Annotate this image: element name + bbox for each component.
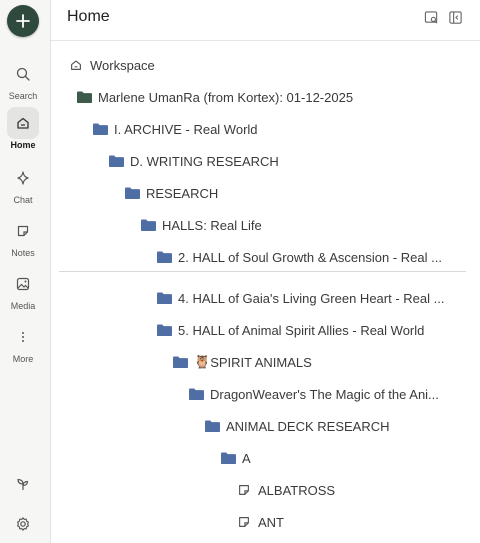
folder-icon — [187, 385, 205, 403]
tree-folder-item[interactable]: HALLS: Real Life — [139, 213, 262, 237]
nav-media-label: Media — [10, 301, 36, 311]
tree-item-label: ANT — [258, 514, 284, 530]
note-icon — [17, 225, 29, 237]
tree-folder-item[interactable]: I. ARCHIVE - Real World — [91, 117, 258, 141]
tree-folder-item[interactable]: ANIMAL DECK RESEARCH — [203, 414, 390, 438]
folder-icon — [203, 417, 221, 435]
tree-item-label: I. ARCHIVE - Real World — [114, 121, 258, 137]
tree-item-label: ANIMAL DECK RESEARCH — [226, 418, 390, 434]
tree-item-label: Marlene UmanRa (from Kortex): 01-12-2025 — [98, 89, 354, 105]
tree-divider — [59, 271, 466, 272]
folder-icon — [139, 216, 157, 234]
tree-item-label: A — [242, 450, 251, 466]
folder-icon — [155, 321, 173, 339]
panel-header: Home — [51, 0, 480, 41]
tree-item-label: 2. HALL of Soul Growth & Ascension - Rea… — [178, 249, 442, 265]
nav-notes[interactable]: Notes — [0, 215, 46, 258]
tree-item-label: D. WRITING RESEARCH — [130, 153, 279, 169]
workspace-row[interactable]: Workspace — [67, 53, 155, 77]
tree-item-label: RESEARCH — [146, 185, 219, 201]
tree-folder-item[interactable]: Marlene UmanRa (from Kortex): 01-12-2025 — [75, 85, 353, 109]
tree-folder-item[interactable]: 🦉 SPIRIT ANIMALS — [171, 350, 312, 374]
nav-more-label: More — [12, 354, 34, 364]
plus-icon — [16, 14, 30, 28]
sprout-icon — [17, 478, 29, 490]
search-pages-button[interactable] — [422, 8, 440, 26]
folder-icon — [155, 289, 173, 307]
owl-emoji-icon: 🦉 — [194, 354, 211, 369]
gear-icon — [17, 517, 29, 531]
folder-dark-icon — [75, 88, 93, 106]
tree-item-label: HALLS: Real Life — [162, 217, 262, 233]
folder-icon — [171, 353, 189, 371]
new-button[interactable] — [7, 5, 39, 37]
tree-folder-item[interactable]: RESEARCH — [123, 181, 218, 205]
tree-item-label: 5. HALL of Animal Spirit Allies - Real W… — [178, 322, 425, 338]
tree-item-label: ALBATROSS — [258, 482, 336, 498]
tree-item-label: 4. HALL of Gaia's Living Green Heart - R… — [178, 290, 445, 306]
nav-home-label: Home — [10, 140, 36, 150]
folder-icon — [155, 248, 173, 266]
workspace-label: Workspace — [90, 57, 155, 73]
nav-chat-label: Chat — [13, 195, 33, 205]
home-panel: Home Workspace Marlene UmanRa (from Kort… — [51, 0, 480, 543]
collapse-sidebar-button[interactable] — [446, 8, 464, 26]
tree-folder-item[interactable]: D. WRITING RESEARCH — [107, 149, 279, 173]
nav-more[interactable]: More — [0, 321, 46, 364]
nav-search-label: Search — [8, 91, 38, 101]
tree-folder-item[interactable]: 5. HALL of Animal Spirit Allies - Real W… — [155, 318, 424, 342]
nav-chat[interactable]: Chat — [0, 162, 46, 205]
growth-button[interactable] — [7, 468, 39, 500]
left-rail: Search Home Chat Notes Media More — [0, 0, 51, 543]
nav-search[interactable]: Search — [0, 58, 46, 101]
image-icon — [16, 277, 30, 291]
page-title: Home — [67, 8, 110, 25]
note-icon — [235, 513, 253, 531]
nav-media[interactable]: Media — [0, 268, 46, 311]
nav-notes-label: Notes — [11, 248, 35, 258]
nav-home[interactable]: Home — [0, 107, 46, 150]
tree-item-label: SPIRIT ANIMALS — [210, 354, 312, 370]
tree-folder-item[interactable]: 4. HALL of Gaia's Living Green Heart - R… — [155, 286, 444, 310]
tree-item-label: DragonWeaver's The Magic of the Ani... — [210, 386, 439, 402]
sparkle-icon — [17, 171, 29, 185]
tree-note-item[interactable]: ANT — [235, 510, 284, 534]
search-icon — [16, 67, 30, 81]
tree-folder-item[interactable]: DragonWeaver's The Magic of the Ani... — [187, 382, 439, 406]
more-vertical-icon — [22, 332, 24, 342]
folder-icon — [123, 184, 141, 202]
folder-icon — [91, 120, 109, 138]
page-search-icon — [424, 10, 438, 24]
home-icon — [17, 117, 29, 129]
note-icon — [235, 481, 253, 499]
home-icon — [67, 56, 85, 74]
tree-note-item[interactable]: ALBATROSS — [235, 478, 335, 502]
folder-icon — [219, 449, 237, 467]
tree-folder-item[interactable]: 2. HALL of Soul Growth & Ascension - Rea… — [155, 245, 442, 269]
settings-button[interactable] — [7, 508, 39, 540]
tree-folder-item[interactable]: A — [219, 446, 251, 470]
sidebar-toggle-icon — [448, 10, 462, 24]
folder-icon — [107, 152, 125, 170]
